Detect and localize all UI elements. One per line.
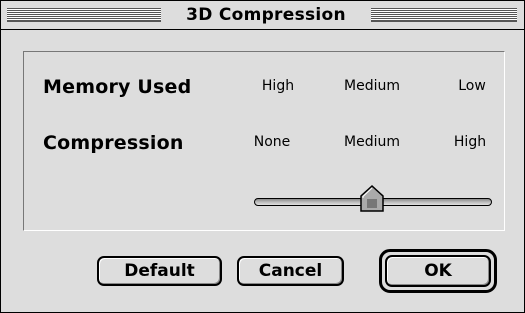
memory-used-high: High: [261, 78, 295, 94]
compression-medium: Medium: [344, 134, 400, 150]
memory-used-low: Low: [458, 78, 486, 94]
cancel-button[interactable]: Cancel: [237, 256, 344, 286]
memory-used-label: Memory Used: [43, 76, 192, 98]
window-title: 3D Compression: [161, 5, 371, 25]
compression-label: Compression: [43, 132, 184, 154]
title-bar[interactable]: 3D Compression: [1, 1, 524, 30]
memory-used-medium: Medium: [344, 78, 400, 94]
compression-slider-thumb[interactable]: [357, 184, 387, 214]
title-bar-stripes-right: [371, 8, 517, 22]
title-bar-stripes-left: [7, 8, 161, 22]
compression-high: High: [453, 134, 487, 150]
ok-button[interactable]: OK: [385, 255, 491, 287]
default-button[interactable]: Default: [97, 256, 222, 286]
compression-dialog: 3D Compression Memory Used High Medium L…: [0, 0, 525, 313]
compression-none: None: [253, 134, 291, 150]
